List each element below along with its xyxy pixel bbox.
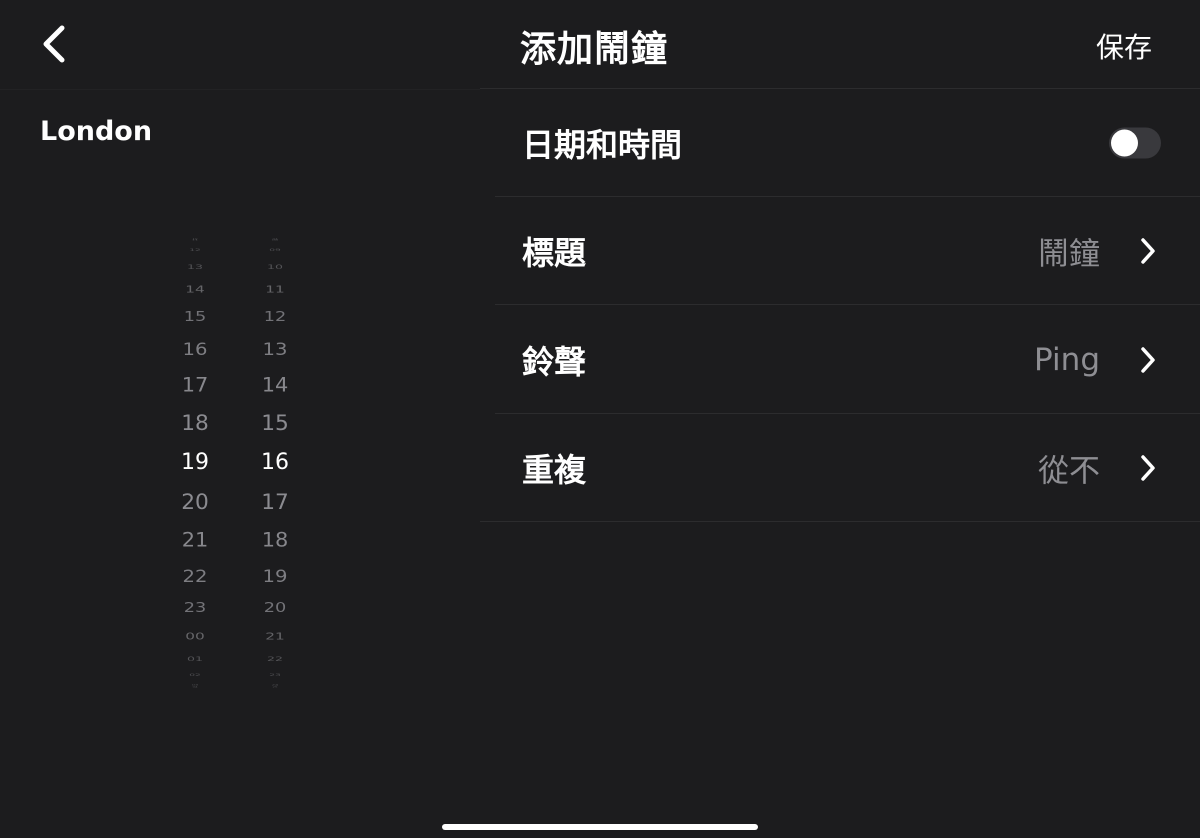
minute-option[interactable]: 17 <box>230 492 320 513</box>
toggle-knob <box>1111 129 1138 156</box>
hour-option[interactable]: 12 <box>150 249 240 252</box>
hour-option[interactable]: 22 <box>150 568 240 585</box>
save-button[interactable]: 保存 <box>1096 26 1152 66</box>
chevron-right-icon <box>1138 453 1158 483</box>
hour-option[interactable]: 11 <box>150 240 240 242</box>
minute-option[interactable]: 20 <box>230 601 320 615</box>
title-row[interactable]: 標題 鬧鐘 <box>495 197 1200 305</box>
minute-option[interactable]: 18 <box>230 530 320 551</box>
repeat-value: 從不 <box>1038 453 1100 489</box>
ringtone-row[interactable]: 鈴聲 Ping <box>495 306 1200 414</box>
minute-option[interactable]: 13 <box>230 341 320 358</box>
hour-option[interactable]: 20 <box>150 492 240 513</box>
minute-option[interactable]: 12 <box>230 310 320 324</box>
hour-option[interactable]: 04 <box>150 687 240 688</box>
minute-option[interactable]: 11 <box>230 284 320 295</box>
minute-option[interactable]: 14 <box>230 375 320 396</box>
minute-option[interactable]: 23 <box>230 673 320 677</box>
date-time-label: 日期和時間 <box>522 125 683 164</box>
hour-option[interactable]: 21 <box>150 530 240 551</box>
hour-option[interactable]: 15 <box>150 310 240 324</box>
time-picker-wheel[interactable]: 10 11 12 13 14 15 16 17 18 19 20 21 22 23 00 01 02 03 04 07… <box>150 238 330 688</box>
repeat-row[interactable]: 重複 從不 <box>480 414 1200 522</box>
hour-option[interactable]: 14 <box>150 284 240 295</box>
date-time-row: 日期和時間 <box>495 89 1200 197</box>
chevron-right-icon <box>1138 345 1158 375</box>
hour-option[interactable]: 17 <box>150 375 240 396</box>
hour-option[interactable]: 02 <box>150 673 240 677</box>
minute-option[interactable]: 15 <box>230 413 320 434</box>
hour-option[interactable]: 00 <box>150 631 240 641</box>
city-label: London <box>40 116 153 147</box>
date-time-toggle[interactable] <box>1109 127 1161 158</box>
home-indicator <box>442 824 758 830</box>
title-label: 標題 <box>522 233 587 272</box>
hour-option[interactable]: 01 <box>150 656 240 662</box>
title-value: 鬧鐘 <box>1038 236 1100 272</box>
minute-option[interactable]: 16 <box>230 452 320 474</box>
minute-option[interactable]: 21 <box>230 631 320 641</box>
add-alarm-screen: 添加鬧鐘 保存 London 10 11 12 13 14 15 16 17 18 19 20 21 2… <box>0 0 1200 838</box>
repeat-label: 重複 <box>522 450 587 489</box>
hour-option[interactable]: 18 <box>150 413 240 434</box>
ringtone-label: 鈴聲 <box>522 342 587 381</box>
minute-option[interactable]: 09 <box>230 249 320 252</box>
divider <box>0 89 480 90</box>
minute-option[interactable]: 25 <box>230 687 320 688</box>
hour-option[interactable]: 16 <box>150 341 240 358</box>
hour-option[interactable]: 23 <box>150 601 240 615</box>
chevron-right-icon <box>1138 236 1158 266</box>
minute-option[interactable]: 08 <box>230 240 320 242</box>
hour-option[interactable]: 19 <box>150 452 240 474</box>
hour-option[interactable]: 13 <box>150 264 240 270</box>
minute-option[interactable]: 19 <box>230 568 320 585</box>
page-title: 添加鬧鐘 <box>520 29 669 70</box>
minute-option[interactable]: 22 <box>230 656 320 662</box>
chevron-left-icon <box>43 25 65 63</box>
ringtone-value: Ping <box>1034 341 1100 378</box>
back-button[interactable] <box>34 22 78 66</box>
minute-option[interactable]: 10 <box>230 264 320 270</box>
